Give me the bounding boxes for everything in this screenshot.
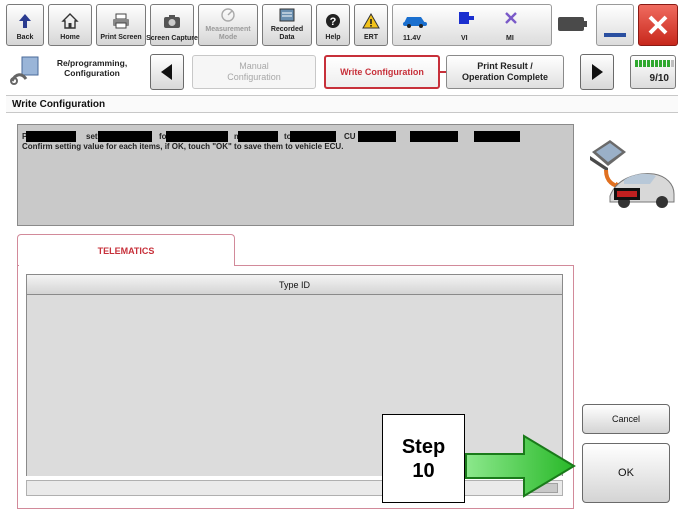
reprogramming-label: Re/programming, Configuration: [56, 58, 128, 78]
redaction-bar: [358, 131, 396, 142]
pointer-arrow-icon: [462, 430, 580, 502]
reprogramming-home-button[interactable]: [8, 55, 44, 89]
minimize-icon: [604, 33, 626, 37]
previous-step-button[interactable]: [150, 54, 184, 90]
progress-text: 9/10: [649, 73, 669, 84]
redaction-bar: [98, 131, 152, 142]
top-toolbar: Back Home Print Screen Screen Capture Me…: [6, 4, 678, 48]
minimize-button[interactable]: [596, 4, 634, 46]
step-manual-configuration: Manual Configuration: [192, 55, 316, 89]
tab-joint: [18, 263, 234, 267]
page-title: Write Configuration: [6, 95, 678, 113]
mi-icon: [503, 10, 519, 31]
camera-icon: [161, 11, 183, 33]
consult-window: Back Home Print Screen Screen Capture Me…: [0, 0, 683, 516]
ok-button[interactable]: OK: [582, 443, 670, 503]
measurement-mode-button[interactable]: Measurement Mode: [198, 4, 258, 46]
redaction-bar: [290, 131, 336, 142]
vi-icon: [455, 10, 477, 35]
back-button[interactable]: Back: [6, 4, 44, 46]
vehicle-laptop-illustration: [580, 122, 676, 212]
close-button[interactable]: [638, 4, 678, 46]
message-line-2: Confirm setting value for each items, if…: [22, 142, 344, 151]
print-screen-button[interactable]: Print Screen: [96, 4, 146, 46]
vi-label: VI: [461, 35, 468, 42]
status-panel: 11.4V VI MI: [392, 4, 552, 46]
recorded-data-icon: [276, 5, 298, 24]
redaction-bar: [26, 131, 76, 142]
warning-icon: [360, 10, 382, 32]
redaction-bar: [166, 131, 228, 142]
printer-icon: [110, 10, 132, 32]
wrench-icon: [8, 55, 44, 92]
home-icon: [59, 10, 81, 32]
ert-button[interactable]: ERT: [354, 4, 388, 46]
step-print-result: Print Result / Operation Complete: [446, 55, 564, 89]
mi-label: MI: [506, 35, 514, 42]
home-button[interactable]: Home: [48, 4, 92, 46]
progress-bars: [635, 60, 674, 67]
step-callout: Step 10: [382, 414, 465, 503]
svg-text:?: ?: [330, 16, 337, 28]
recorded-data-button[interactable]: Recorded Data: [262, 4, 312, 46]
battery-icon: [556, 13, 588, 40]
step-progress: 9/10: [630, 55, 676, 89]
measurement-icon: [217, 5, 239, 24]
message-area: P set fo m to CU Confirm setting value f…: [17, 124, 574, 226]
back-arrow-icon: [14, 10, 36, 32]
navigation-bar: Re/programming, Configuration Manual Con…: [6, 53, 678, 93]
cancel-button[interactable]: Cancel: [582, 404, 670, 434]
tab-telematics[interactable]: TELEMATICS: [17, 234, 235, 266]
message-fragment: CU: [344, 132, 356, 141]
help-button[interactable]: ? Help: [316, 4, 350, 46]
redaction-bar: [410, 131, 458, 142]
column-header-type-id: Type ID: [27, 275, 562, 295]
left-arrow-icon: [161, 64, 172, 80]
next-step-button[interactable]: [580, 54, 614, 90]
step-write-configuration: Write Configuration: [324, 55, 440, 89]
redaction-bar: [238, 131, 278, 142]
message-fragment: set: [86, 132, 98, 141]
car-icon: [401, 11, 429, 34]
close-icon: [646, 13, 670, 42]
help-icon: ?: [322, 10, 344, 32]
screen-capture-button[interactable]: Screen Capture: [146, 4, 198, 46]
voltage-readout: 11.4V: [403, 35, 421, 42]
right-arrow-icon: [592, 64, 603, 80]
redaction-bar: [474, 131, 520, 142]
